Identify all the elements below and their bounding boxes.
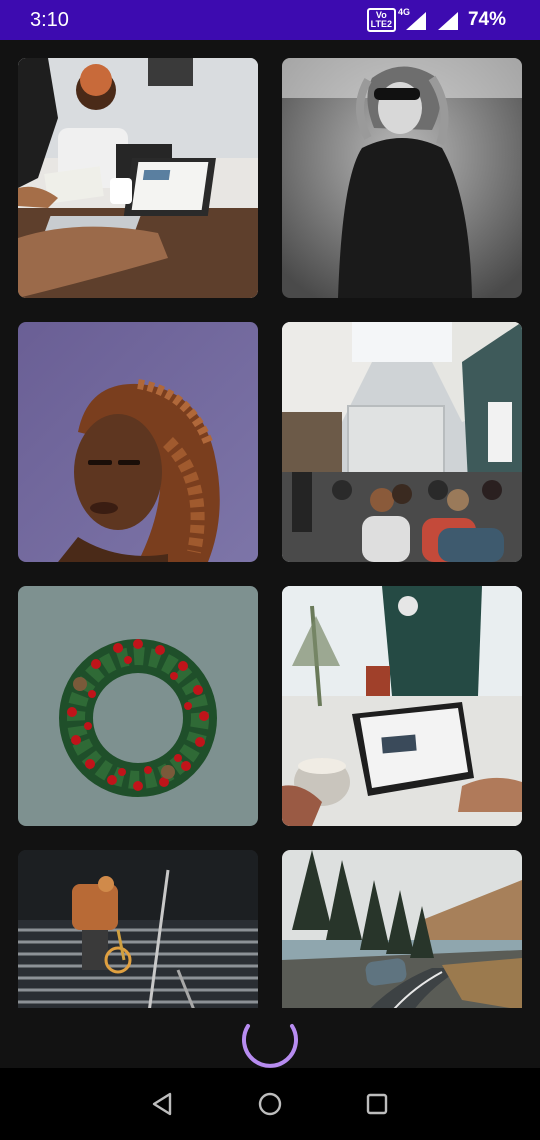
volte-icon: Vo LTE2 <box>366 8 396 32</box>
battery-percent: 74% <box>467 9 506 30</box>
gallery-image-meeting[interactable] <box>18 58 258 298</box>
gallery-image-presentation[interactable] <box>282 322 522 562</box>
navigation-bar <box>0 1068 540 1140</box>
status-icons: Vo LTE2 4G 74% <box>366 7 506 32</box>
back-icon <box>153 1092 172 1116</box>
home-icon <box>258 1092 282 1116</box>
christmas-wreath-photo <box>18 586 258 826</box>
coastal-road-photo <box>282 850 522 1008</box>
woman-curly-hair-portrait-photo <box>18 322 258 562</box>
gallery-image-cyclist[interactable] <box>18 850 258 1008</box>
gallery-image-woman-sunglasses[interactable] <box>282 58 522 298</box>
meeting-laptop-photo <box>18 58 258 298</box>
gallery-image-tablet[interactable] <box>282 586 522 826</box>
photo-grid <box>18 58 522 1008</box>
back-button[interactable] <box>143 1084 183 1124</box>
cell-signal-icon <box>436 10 460 30</box>
status-time: 3:10 <box>30 8 69 31</box>
status-bar: 3:10 Vo LTE2 4G 74% <box>0 0 540 40</box>
gallery-image-wreath[interactable] <box>18 586 258 826</box>
recents-icon <box>366 1093 387 1115</box>
recents-button[interactable] <box>357 1084 397 1124</box>
tablet-on-table-photo <box>282 586 522 826</box>
loading-spinner <box>240 1008 300 1068</box>
network-signal-icon: 4G <box>398 7 428 30</box>
presentation-room-photo <box>282 322 522 562</box>
gallery-image-road[interactable] <box>282 850 522 1008</box>
cyclist-on-stairs-photo <box>18 850 258 1008</box>
home-button[interactable] <box>250 1084 290 1124</box>
gallery-image-portrait[interactable] <box>18 322 258 562</box>
woman-sunglasses-bw-photo <box>282 58 522 298</box>
